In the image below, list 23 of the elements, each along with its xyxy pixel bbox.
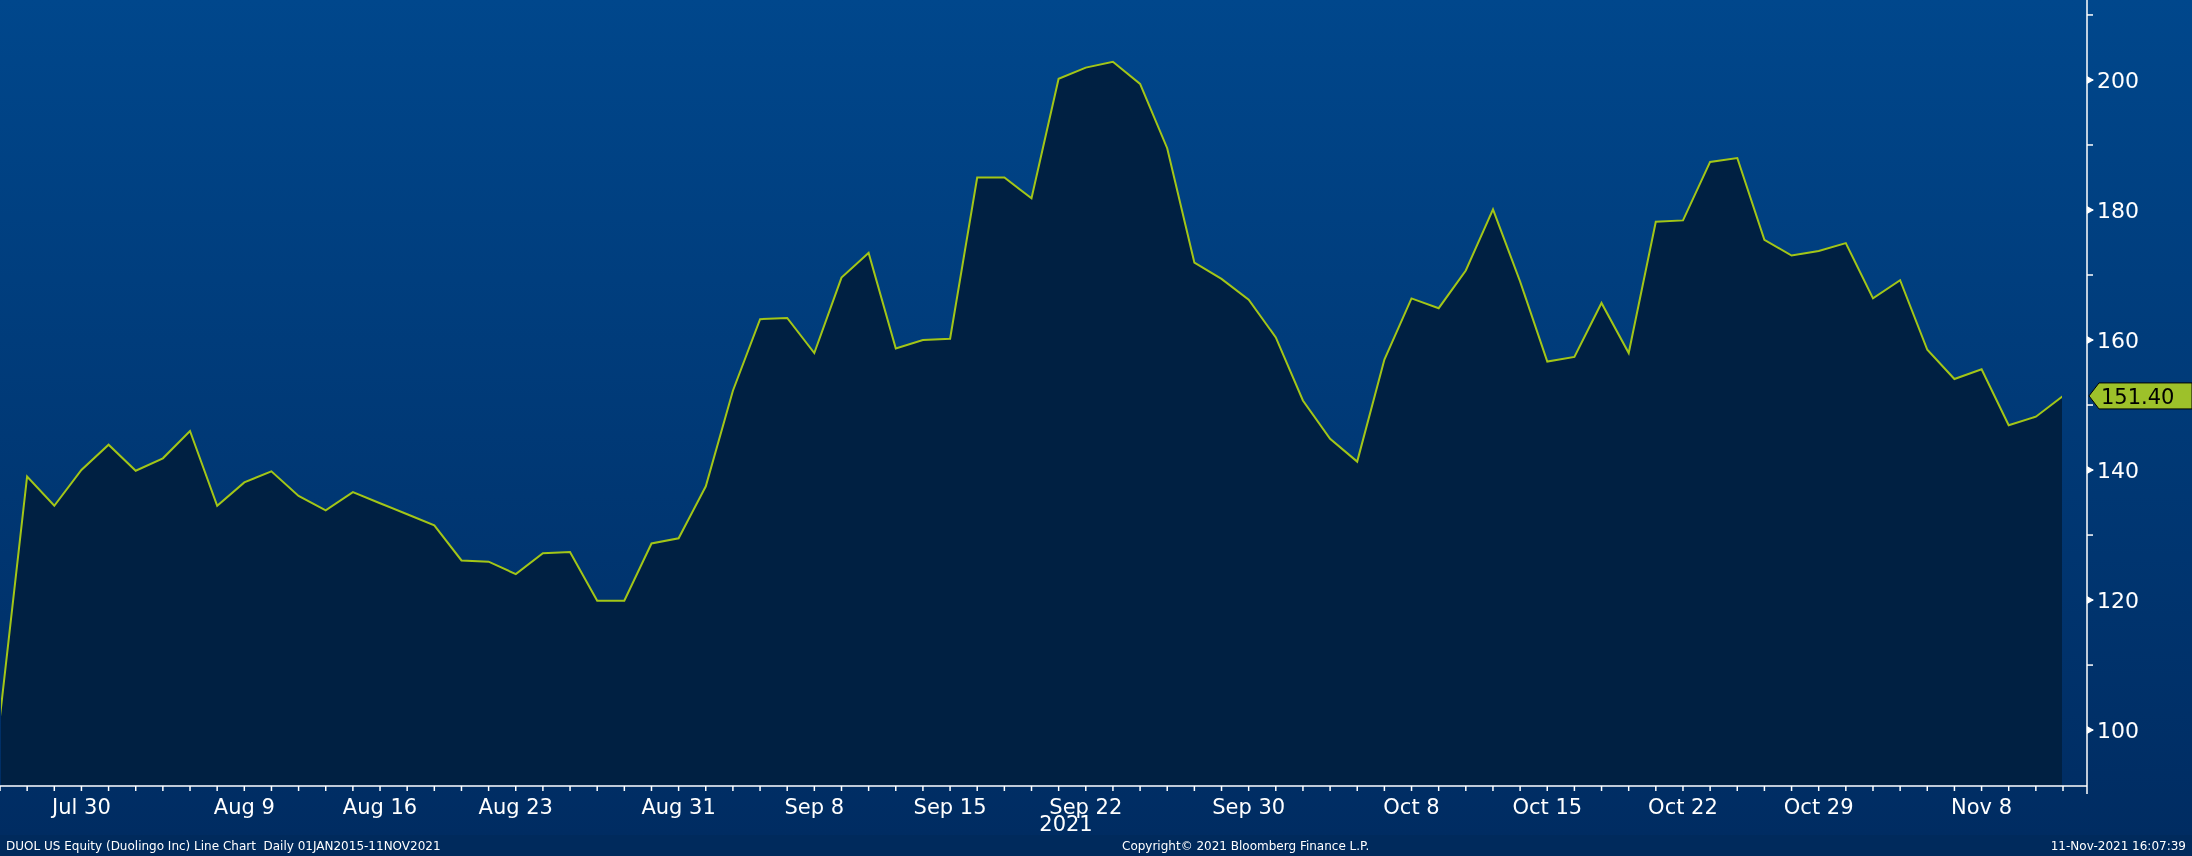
- axis-label: Aug 9: [213, 795, 275, 819]
- axis-label: Jul 30: [52, 795, 111, 819]
- chart-description: DUOL US Equity (Duolingo Inc) Line Chart Daily 01JAN2015-11NOV2021: [6, 837, 441, 855]
- axis-label: Oct 29: [1783, 795, 1854, 819]
- copyright-text: Copyright© 2021 Bloomberg Finance L.P.: [1122, 837, 1370, 855]
- axis-label: Oct 15: [1512, 795, 1583, 819]
- axis-label: Aug 16: [342, 795, 418, 819]
- axis-label: Sep 15: [913, 795, 987, 819]
- price-tag: 151.40: [2088, 382, 2192, 410]
- axis-label: 140: [2097, 458, 2139, 484]
- axis-label: 180: [2097, 198, 2139, 223]
- timestamp: 11-Nov-2021 16:07:39: [2050, 837, 2186, 855]
- axis-label: Oct 22: [1648, 795, 1718, 819]
- axis-label: Aug 23: [478, 795, 553, 819]
- axis-label: Sep 30: [1212, 795, 1286, 819]
- axis-label: Oct 8: [1383, 795, 1440, 819]
- axis-label: 120: [2097, 588, 2139, 614]
- axis-label: 200: [2097, 67, 2139, 93]
- axis-label: Nov 8: [1951, 795, 2013, 819]
- axis-label: 100: [2097, 718, 2139, 744]
- axis-label: Aug 31: [641, 795, 716, 819]
- axis-label: 160: [2097, 328, 2139, 353]
- axis-label: Sep 8: [784, 795, 845, 819]
